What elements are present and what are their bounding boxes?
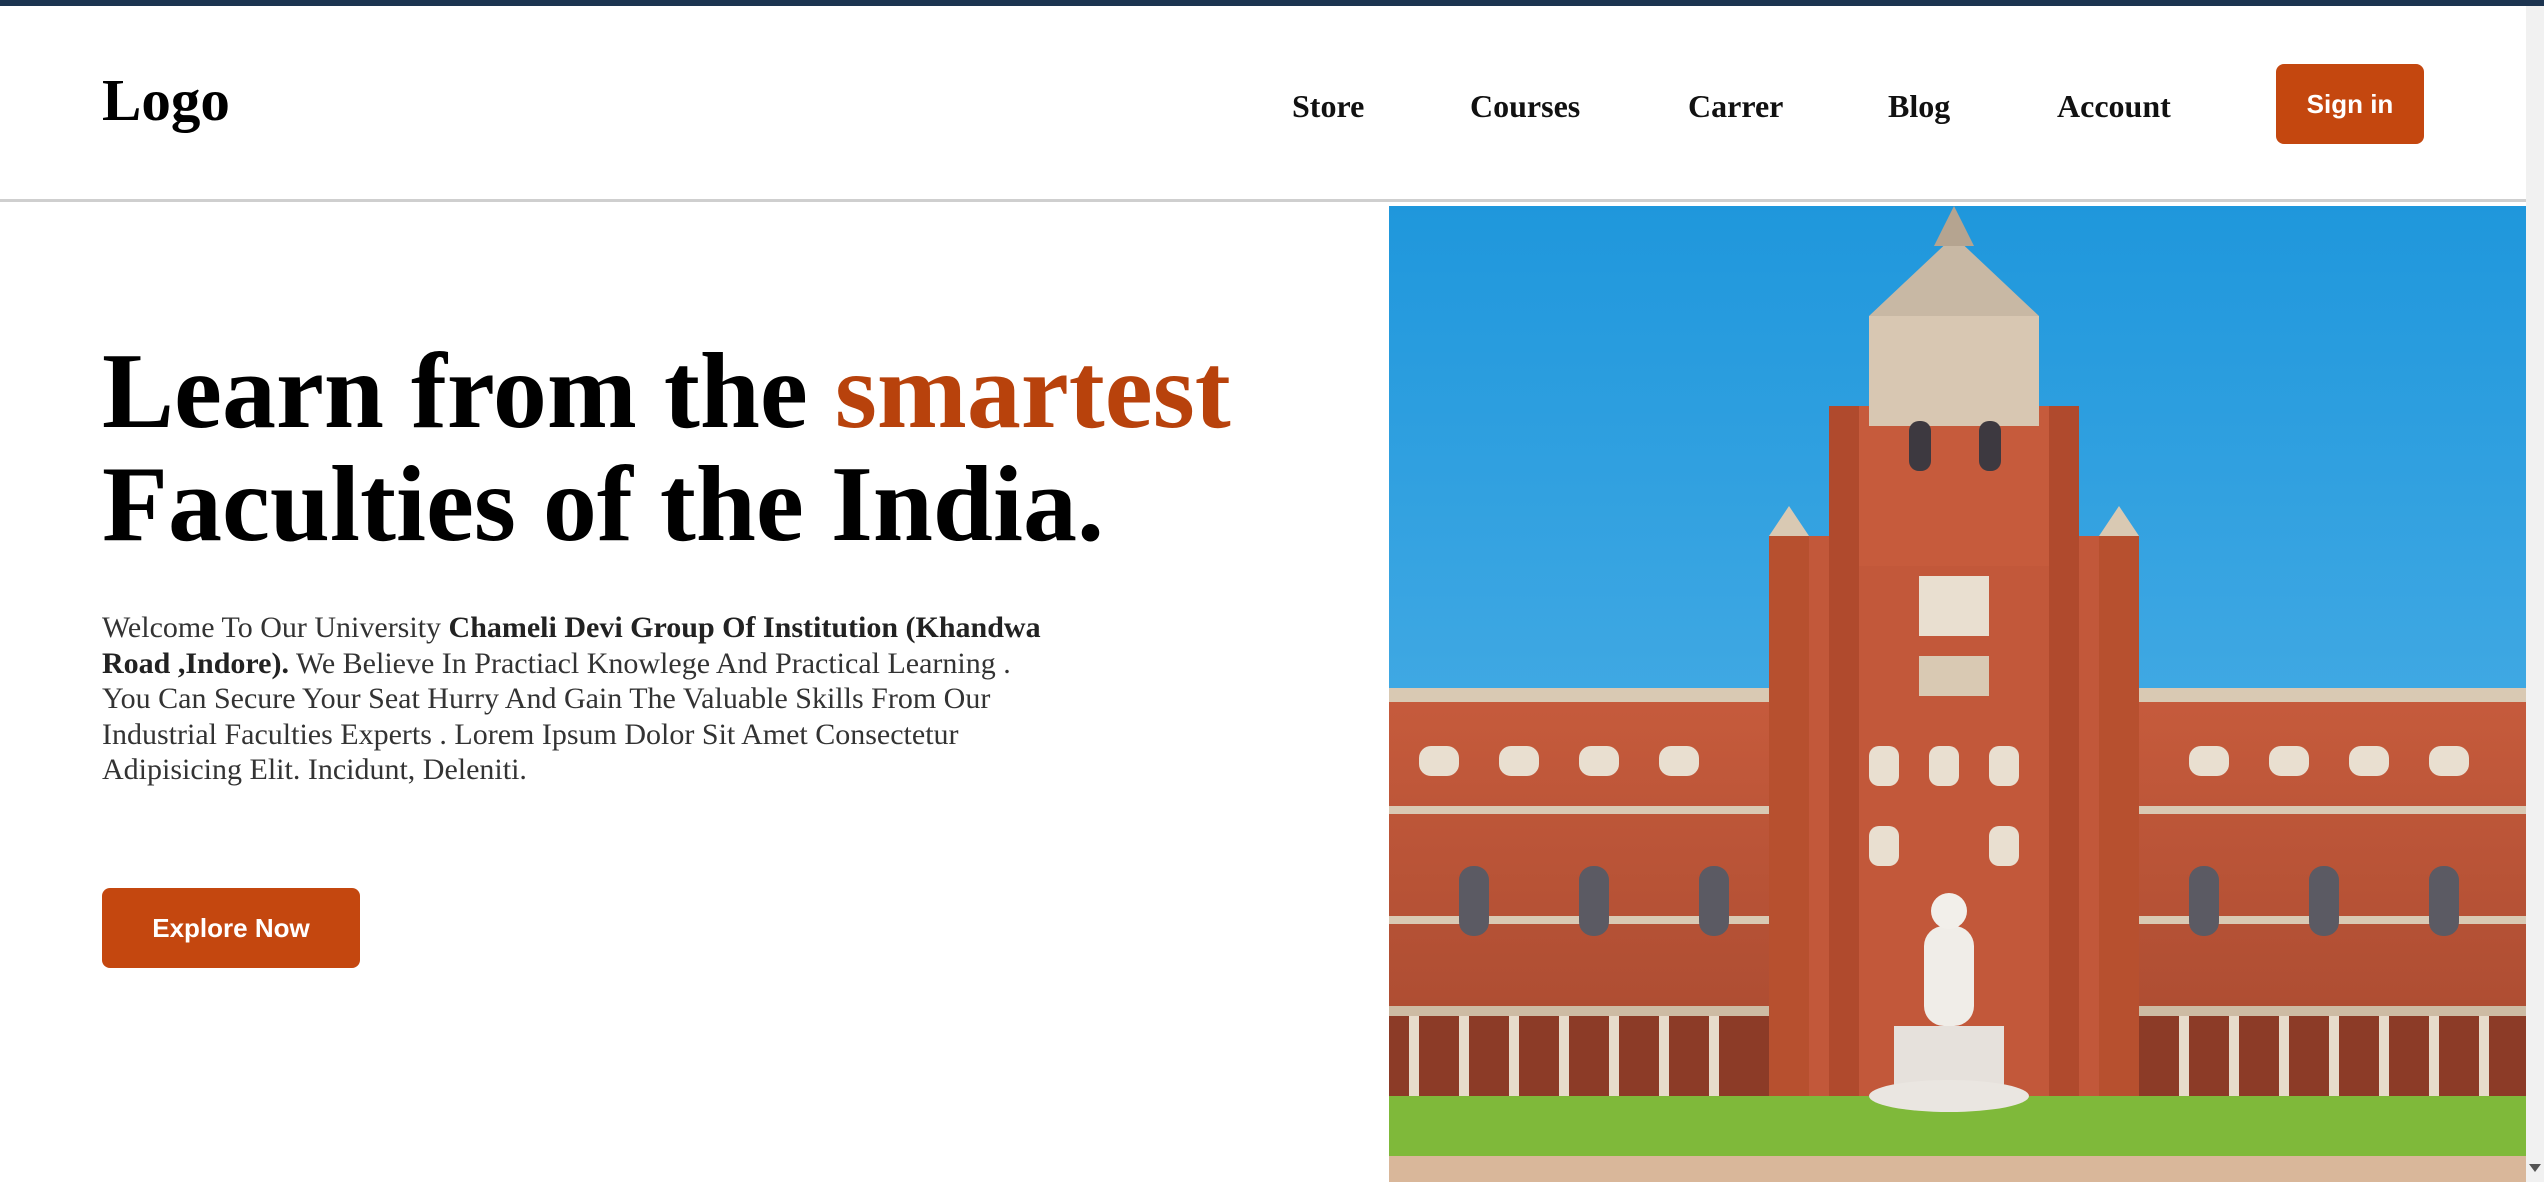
explore-now-button[interactable]: Explore Now bbox=[102, 888, 360, 968]
nav-store-link[interactable]: Store bbox=[1292, 90, 1364, 122]
scroll-down-arrow-icon[interactable] bbox=[2529, 1164, 2541, 1172]
hero-title-accent: smartest bbox=[834, 332, 1231, 451]
nav-blog-link[interactable]: Blog bbox=[1888, 90, 1950, 122]
hero-title-part1: Learn from the bbox=[102, 332, 835, 451]
hero-title: Learn from the smartest Faculties of the … bbox=[102, 335, 1231, 561]
nav-courses-link[interactable]: Courses bbox=[1470, 90, 1580, 122]
logo[interactable]: Logo bbox=[102, 71, 230, 130]
university-building-image bbox=[1389, 206, 2526, 1182]
hero-desc-intro: Welcome To Our University bbox=[102, 611, 449, 644]
scrollbar-thumb[interactable] bbox=[2529, 8, 2541, 1158]
navbar: Logo Store Courses Carrer Blog Account S… bbox=[0, 6, 2526, 202]
nav-account-link[interactable]: Account bbox=[2057, 90, 2171, 122]
vertical-scrollbar[interactable] bbox=[2526, 6, 2544, 1182]
nav-carrer-link[interactable]: Carrer bbox=[1688, 90, 1783, 122]
hero-title-line2: Faculties of the India. bbox=[102, 445, 1105, 564]
hero-description: Welcome To Our University Chameli Devi G… bbox=[102, 610, 1062, 788]
sign-in-button[interactable]: Sign in bbox=[2276, 64, 2424, 144]
